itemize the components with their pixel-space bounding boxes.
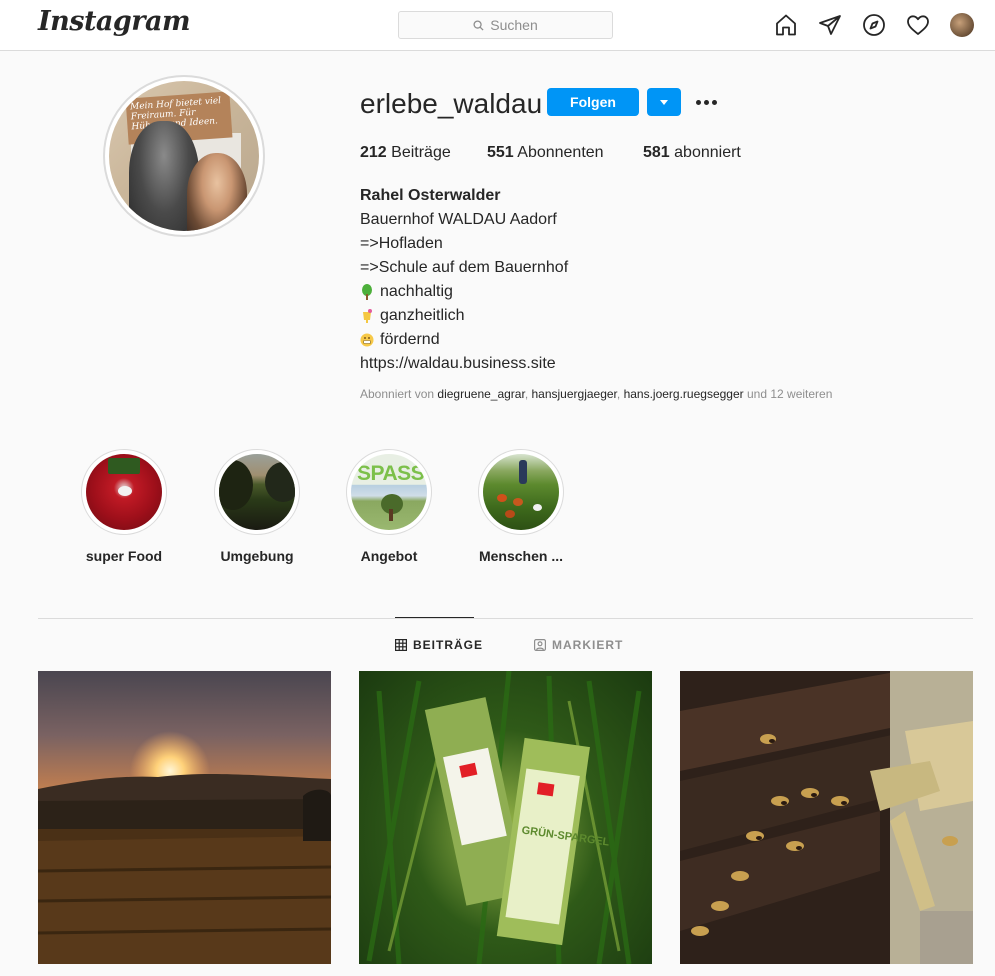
profile-username: erlebe_waldau	[360, 88, 543, 119]
profile-picture[interactable]: Mein Hof bietet viel Freiraum. Für Hühne…	[109, 81, 259, 231]
active-tab-indicator	[395, 617, 474, 618]
profile-website-link[interactable]: https://waldau.business.site	[360, 352, 568, 376]
explore-icon[interactable]	[862, 13, 886, 37]
grid-icon	[395, 639, 407, 651]
post-thumbnail[interactable]	[680, 671, 973, 964]
highlight-label: Menschen ...	[478, 548, 564, 564]
tab-tagged-label: MARKIERT	[552, 638, 624, 652]
search-input[interactable]: Suchen	[398, 11, 613, 39]
story-highlight[interactable]: SPASS Angebot	[346, 449, 432, 564]
highlight-ring	[81, 449, 167, 535]
follow-button[interactable]: Folgen	[547, 88, 639, 116]
highlight-label: Umgebung	[220, 548, 294, 564]
search-icon	[473, 19, 484, 31]
bio-line: =>Hofladen	[360, 235, 443, 252]
heart-icon[interactable]	[906, 13, 930, 37]
posts-count: 212	[360, 144, 387, 161]
bio-line: nachhaltig	[360, 280, 568, 304]
stat-following[interactable]: 581 abonniert	[643, 144, 741, 162]
suggestions-dropdown-button[interactable]	[647, 88, 681, 116]
chevron-down-icon	[660, 99, 668, 105]
dot-icon	[703, 99, 709, 105]
bio-line: =>Schule auf dem Bauernhof	[360, 259, 569, 276]
grinning-face-icon	[360, 333, 374, 347]
bio-line: Bauernhof WALDAU Aadorf	[360, 211, 557, 228]
followed-by-user[interactable]: hans.joerg.ruegsegger	[624, 387, 744, 401]
highlight-cover	[483, 454, 559, 530]
highlight-label: super Food	[85, 548, 163, 564]
story-highlight[interactable]: Umgebung	[214, 449, 300, 564]
profile-bio: Rahel Osterwalder Bauernhof WALDAU Aador…	[360, 184, 568, 376]
bio-line: ganzheitlich	[360, 304, 568, 328]
highlight-ring	[214, 449, 300, 535]
highlight-cover	[219, 454, 295, 530]
highlight-cover-text: SPASS	[357, 462, 425, 485]
tab-posts[interactable]: BEITRÄGE	[395, 638, 483, 652]
followed-by-suffix: und 12 weiteren	[747, 387, 833, 401]
tagged-user-icon	[534, 639, 546, 651]
following-count: 581	[643, 144, 670, 161]
posts-label: Beiträge	[391, 144, 451, 161]
tabs-divider	[38, 618, 973, 619]
stat-posts: 212 Beiträge	[360, 144, 451, 162]
followed-by-user[interactable]: diegruene_agrar	[437, 387, 524, 401]
following-label: abonniert	[674, 144, 741, 161]
followers-count: 551	[487, 144, 514, 161]
instagram-logo[interactable]: Instagram	[38, 6, 191, 37]
tab-posts-label: BEITRÄGE	[413, 638, 484, 652]
bio-line: fördernd	[360, 328, 568, 352]
followed-by-text[interactable]: Abonniert von diegruene_agrar, hansjuerg…	[360, 387, 832, 401]
profile-avatar[interactable]	[950, 13, 974, 37]
beehive-illustration	[680, 671, 973, 964]
tree-icon	[362, 284, 372, 300]
home-icon[interactable]	[774, 13, 798, 37]
highlight-ring: SPASS	[346, 449, 432, 535]
post-thumbnail[interactable]	[38, 671, 331, 964]
profile-picture-person-right	[187, 153, 247, 231]
followed-by-prefix: Abonniert von	[360, 387, 435, 401]
profile-full-name: Rahel Osterwalder	[360, 187, 501, 204]
search-placeholder: Suchen	[490, 17, 538, 33]
drink-icon	[363, 309, 372, 323]
dot-icon	[695, 99, 701, 105]
post-thumbnail[interactable]: GRÜN-SPARGEL	[359, 671, 652, 964]
direct-message-icon[interactable]	[818, 13, 842, 37]
highlight-cover	[86, 454, 162, 530]
highlight-cover: SPASS	[351, 454, 427, 530]
stat-followers[interactable]: 551 Abonnenten	[487, 144, 604, 162]
tab-tagged[interactable]: MARKIERT	[534, 638, 623, 652]
followers-label: Abonnenten	[517, 144, 604, 161]
story-highlight[interactable]: super Food	[81, 449, 167, 564]
asparagus-illustration: GRÜN-SPARGEL	[366, 671, 642, 964]
highlight-ring	[478, 449, 564, 535]
highlight-label: Angebot	[360, 548, 418, 564]
dot-icon	[711, 99, 717, 105]
sunset-illustration	[38, 731, 331, 964]
top-navigation-bar: Instagram Suchen	[0, 0, 995, 51]
more-options-button[interactable]	[694, 92, 718, 112]
followed-by-user[interactable]: hansjuergjaeger	[531, 387, 616, 401]
story-highlight[interactable]: Menschen ...	[478, 449, 564, 564]
